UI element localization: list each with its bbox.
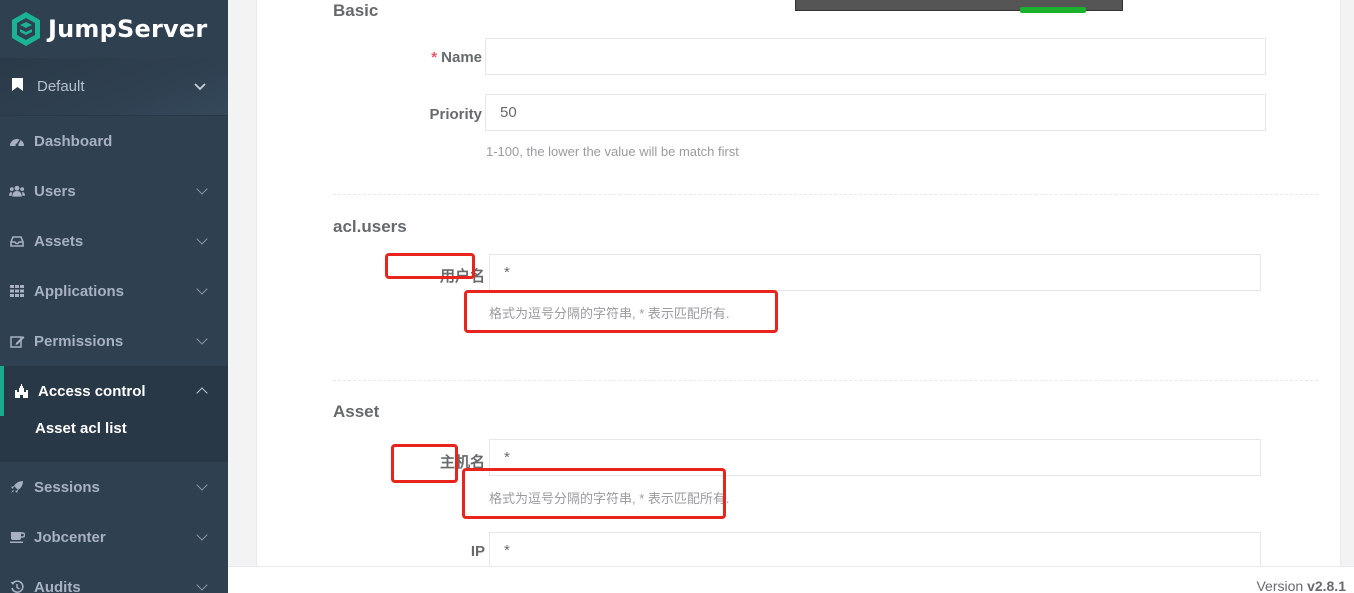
- chevron-down-icon: [196, 333, 208, 345]
- overlay-green-button[interactable]: [1020, 7, 1086, 13]
- sidebar-item-applications[interactable]: Applications: [0, 266, 228, 316]
- section-title-basic: Basic: [333, 1, 379, 20]
- chevron-down-icon: [196, 529, 208, 541]
- version-prefix: Version: [1256, 578, 1308, 593]
- sidebar-item-audits[interactable]: Audits: [0, 562, 228, 593]
- annotation-box: [385, 253, 475, 279]
- section-title-asset: Asset: [333, 402, 380, 421]
- sidebar-item-assets[interactable]: Assets: [0, 216, 228, 266]
- brand-name: JumpServer: [48, 15, 208, 43]
- org-label: Default: [37, 78, 85, 95]
- jumpserver-logo-icon: [10, 11, 42, 47]
- brand-logo[interactable]: JumpServer: [0, 0, 228, 58]
- annotation-box: [462, 468, 726, 519]
- inbox-icon: [9, 234, 25, 248]
- sidebar-item-users[interactable]: Users: [0, 166, 228, 216]
- section-title-users: acl.users: [333, 217, 407, 236]
- annotation-box: [464, 290, 778, 333]
- sidebar: JumpServer Default Dashboard Users Asset…: [0, 0, 228, 593]
- sidebar-subnav: Asset acl list: [0, 416, 228, 462]
- sidebar-item-label: Audits: [34, 578, 81, 593]
- overlay-popup: [795, 0, 1123, 13]
- priority-input[interactable]: 50: [485, 94, 1266, 131]
- ip-label: IP: [470, 543, 485, 560]
- section-divider: [333, 380, 1318, 381]
- chevron-down-icon: [196, 183, 208, 195]
- username-input[interactable]: *: [489, 254, 1261, 291]
- annotation-box: [391, 444, 458, 483]
- name-label: * Name: [377, 49, 482, 66]
- priority-label: Priority: [429, 106, 482, 123]
- sidebar-item-label: Sessions: [34, 478, 100, 496]
- ip-input[interactable]: *: [489, 532, 1261, 569]
- chevron-down-icon: [196, 479, 208, 491]
- name-label-text: Name: [441, 49, 482, 66]
- required-asterisk: *: [431, 49, 438, 66]
- users-icon: [9, 184, 25, 198]
- sidebar-nav: Dashboard Users Assets Applications Perm…: [0, 116, 228, 416]
- sidebar-item-label: Applications: [34, 282, 125, 300]
- acl-form-panel: Basic * Name Priority 50 1-100, the lower…: [256, 0, 1341, 569]
- section-divider: [333, 194, 1318, 195]
- rocket-icon: [9, 480, 25, 494]
- sidebar-item-label: Assets: [34, 232, 84, 250]
- sidebar-item-label: Users: [34, 182, 76, 200]
- version-number: v2.8.1: [1307, 578, 1346, 593]
- sidebar-nav-lower: Sessions Jobcenter Audits: [0, 462, 228, 593]
- sidebar-item-permissions[interactable]: Permissions: [0, 316, 228, 366]
- bookmark-icon: [12, 77, 23, 96]
- sidebar-item-label: Dashboard: [34, 132, 113, 150]
- org-selector[interactable]: Default: [0, 58, 228, 116]
- history-icon: [9, 580, 25, 593]
- sidebar-item-jobcenter[interactable]: Jobcenter: [0, 512, 228, 562]
- edit-icon: [9, 334, 25, 348]
- version-text: Version v2.8.1: [1256, 578, 1346, 593]
- dashboard-icon: [9, 134, 25, 148]
- castle-icon: [13, 384, 29, 398]
- chevron-down-icon: [196, 579, 208, 591]
- sidebar-item-dashboard[interactable]: Dashboard: [0, 116, 228, 166]
- priority-help: 1-100, the lower the value will be match…: [486, 144, 739, 159]
- chevron-down-icon: [196, 283, 208, 295]
- footer: Version v2.8.1: [228, 566, 1354, 593]
- chevron-down-icon: [196, 233, 208, 245]
- chevron-down-icon: [194, 78, 206, 96]
- chevron-up-icon: [196, 387, 208, 399]
- sidebar-item-access-control[interactable]: Access control: [0, 366, 228, 416]
- main-content: Basic * Name Priority 50 1-100, the lower…: [228, 0, 1354, 593]
- sidebar-item-label: Access control: [38, 382, 146, 400]
- coffee-icon: [9, 530, 25, 544]
- sidebar-subitem-asset-acl-list[interactable]: Asset acl list: [35, 420, 228, 437]
- grid-icon: [9, 284, 25, 298]
- sidebar-item-sessions[interactable]: Sessions: [0, 462, 228, 512]
- name-input[interactable]: [485, 38, 1266, 75]
- sidebar-item-label: Jobcenter: [34, 528, 106, 546]
- sidebar-item-label: Permissions: [34, 332, 124, 350]
